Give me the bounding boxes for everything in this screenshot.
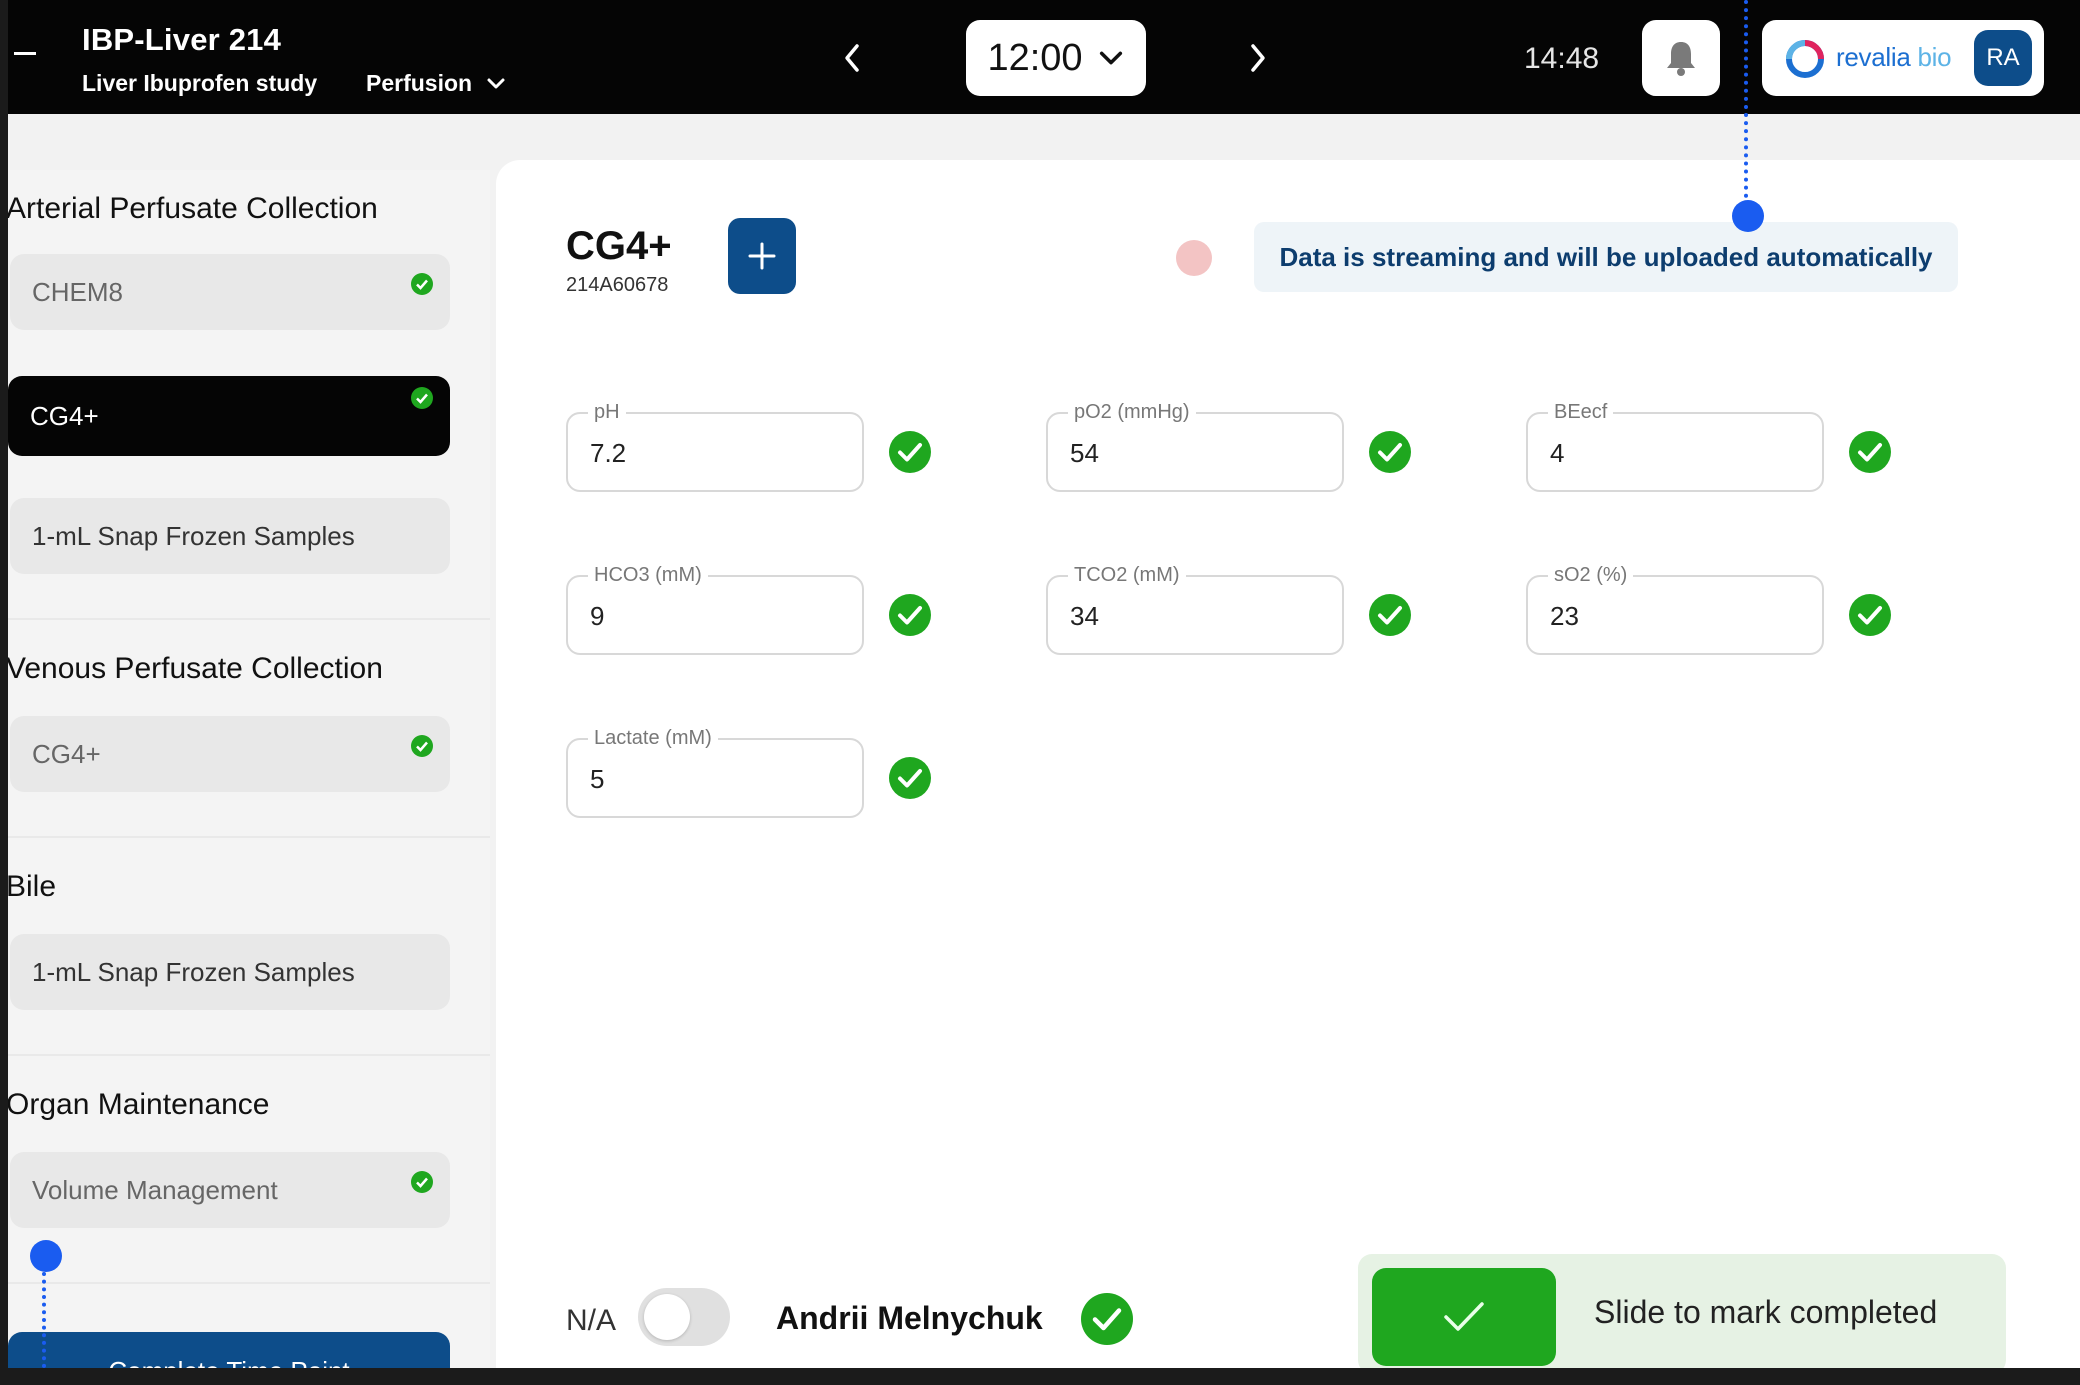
check-circle-icon	[889, 594, 931, 636]
beecf-field[interactable]: BEecf 4	[1526, 400, 1824, 492]
check-icon	[1444, 1302, 1484, 1331]
app-screen: IBP-Liver 214 Liver Ibuprofen study Perf…	[0, 0, 2080, 1368]
main-panel: CG4+ 214A60678 Data is streaming and wil…	[496, 160, 2080, 1368]
lactate-field[interactable]: Lactate (mM) 5	[566, 726, 864, 818]
annotation-connector	[42, 1272, 46, 1368]
sidebar-item-snap-frozen-bile[interactable]: 1-mL Snap Frozen Samples	[10, 934, 450, 1010]
streaming-status-banner: Data is streaming and will be uploaded a…	[1254, 222, 1958, 292]
phase-dropdown[interactable]: Perfusion	[366, 70, 508, 97]
annotation-marker	[1732, 200, 1764, 232]
field-label: TCO2 (mM)	[1068, 563, 1186, 587]
field-value: 54	[1070, 438, 1099, 468]
field-value: 9	[590, 601, 605, 631]
check-circle-icon	[1369, 594, 1411, 636]
back-icon[interactable]	[14, 52, 36, 55]
slide-handle[interactable]	[1372, 1268, 1556, 1366]
top-bar: IBP-Liver 214 Liver Ibuprofen study Perf…	[0, 0, 2080, 114]
toggle-knob	[644, 1294, 690, 1340]
study-title: IBP-Liver 214	[82, 22, 282, 57]
sidebar-item-label: CG4+	[30, 400, 99, 431]
chevron-down-icon	[487, 78, 505, 88]
timepoint-value: 12:00	[987, 36, 1083, 79]
check-circle-icon	[411, 387, 433, 409]
check-circle-icon	[1369, 431, 1411, 473]
na-toggle[interactable]	[638, 1288, 730, 1346]
complete-time-point-button[interactable]: Complete Time Point	[8, 1332, 450, 1368]
annotation-connector	[1744, 0, 1748, 198]
device-serial: 214A60678	[566, 274, 669, 296]
sidebar-item-snap-frozen-arterial[interactable]: 1-mL Snap Frozen Samples	[10, 498, 450, 574]
connection-status-dot	[1176, 240, 1212, 276]
check-circle-icon	[1081, 1293, 1133, 1345]
sidebar-item-label: CHEM8	[32, 276, 124, 307]
ph-field[interactable]: pH 7.2	[566, 400, 864, 492]
sidebar-divider	[0, 1054, 490, 1056]
device-bezel	[0, 0, 8, 1385]
check-circle-icon	[411, 273, 433, 295]
field-label: pO2 (mmHg)	[1068, 400, 1196, 424]
sidebar-item-chem8[interactable]: CHEM8	[10, 254, 450, 330]
chevron-down-icon	[1099, 51, 1122, 65]
sidebar-item-label: 1-mL Snap Frozen Samples	[32, 520, 355, 551]
sidebar-item-cg4-venous[interactable]: CG4+	[10, 716, 450, 792]
so2-field[interactable]: sO2 (%) 23	[1526, 563, 1824, 655]
check-circle-icon	[1849, 594, 1891, 636]
field-value: 23	[1550, 601, 1579, 631]
phase-label: Perfusion	[366, 70, 473, 96]
sidebar-divider	[0, 1282, 490, 1284]
check-circle-icon	[1849, 431, 1891, 473]
notifications-button[interactable]	[1642, 20, 1720, 96]
po2-field[interactable]: pO2 (mmHg) 54	[1046, 400, 1344, 492]
chevron-right-icon	[1251, 44, 1265, 72]
hco3-field[interactable]: HCO3 (mM) 9	[566, 563, 864, 655]
field-label: BEecf	[1548, 400, 1614, 424]
sidebar-item-volume-management[interactable]: Volume Management	[10, 1152, 450, 1228]
tco2-field[interactable]: TCO2 (mM) 34	[1046, 563, 1344, 655]
bell-icon	[1667, 42, 1695, 76]
sidebar-item-label: 1-mL Snap Frozen Samples	[32, 956, 355, 987]
brand-account: revalia bio RA	[1762, 20, 2044, 96]
timepoint-dropdown[interactable]: 12:00	[966, 20, 1146, 96]
annotation-marker	[30, 1240, 62, 1272]
study-subtitle: Liver Ibuprofen study	[82, 70, 318, 96]
field-label: pH	[588, 400, 626, 424]
plus-icon	[748, 242, 776, 270]
check-circle-icon	[411, 1171, 433, 1193]
operator-name: Andrii Melnychuk	[776, 1300, 1043, 1336]
device-title: CG4+	[566, 224, 672, 268]
check-circle-icon	[411, 735, 433, 757]
group-title-bile: Bile	[6, 870, 57, 903]
check-circle-icon	[889, 757, 931, 799]
brand-name-suffix: bio	[1917, 42, 1952, 72]
brand-name-main: revalia	[1836, 42, 1911, 72]
field-value: 34	[1070, 601, 1099, 631]
field-label: sO2 (%)	[1548, 563, 1634, 587]
user-avatar[interactable]: RA	[1974, 30, 2032, 86]
check-circle-icon	[889, 431, 931, 473]
slide-to-complete: Slide to mark completed	[1358, 1254, 2006, 1368]
field-value: 4	[1550, 438, 1565, 468]
sidebar-divider	[0, 836, 490, 838]
field-label: HCO3 (mM)	[588, 563, 708, 587]
add-sample-button[interactable]	[728, 218, 796, 294]
slide-label: Slide to mark completed	[1594, 1294, 1938, 1330]
field-label: Lactate (mM)	[588, 726, 718, 750]
sidebar-divider	[0, 618, 490, 620]
group-title-arterial: Arterial Perfusate Collection	[6, 192, 378, 225]
sidebar-item-cg4-arterial[interactable]: CG4+	[8, 376, 450, 456]
na-label: N/A	[566, 1304, 617, 1337]
current-time: 14:48	[1524, 42, 1600, 75]
sidebar-item-label: CG4+	[32, 738, 101, 769]
group-title-organ-maintenance: Organ Maintenance	[6, 1088, 270, 1121]
field-value: 5	[590, 764, 605, 794]
brand-name: revalia bio	[1836, 42, 1952, 73]
chevron-left-icon	[845, 44, 859, 72]
sidebar: Arterial Perfusate Collection CHEM8 CG4+…	[0, 170, 490, 1368]
brand-logo-icon	[1786, 40, 1824, 78]
group-title-venous: Venous Perfusate Collection	[6, 652, 383, 685]
field-value: 7.2	[590, 438, 627, 468]
next-timepoint-button[interactable]	[1244, 40, 1272, 76]
sidebar-item-label: Volume Management	[32, 1174, 278, 1205]
previous-timepoint-button[interactable]	[838, 40, 866, 76]
